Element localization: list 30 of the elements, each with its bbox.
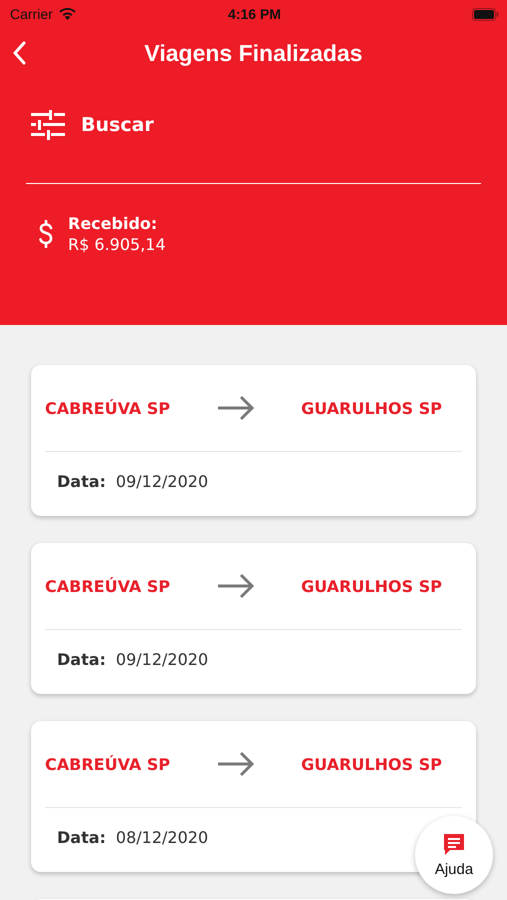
date-value: 09/12/2020 <box>116 472 208 490</box>
battery-icon <box>472 8 499 20</box>
search-button[interactable]: Buscar <box>31 110 154 140</box>
trip-card[interactable]: CABREÚVA SP GUARULHOS SP Data: 09/12/2020 <box>31 365 476 516</box>
date-label: Data: <box>57 828 106 846</box>
help-button[interactable]: Ajuda <box>415 816 493 894</box>
arrow-right-icon <box>216 395 255 421</box>
wifi-icon <box>58 8 76 20</box>
destination-city: GUARULHOS SP <box>301 754 442 774</box>
trip-card[interactable]: CABREÚVA SP GUARULHOS SP Data: 09/12/2020 <box>31 543 476 694</box>
back-button[interactable] <box>12 41 26 65</box>
origin-city: CABREÚVA SP <box>45 576 170 596</box>
origin-city: CABREÚVA SP <box>45 754 170 774</box>
destination-city: GUARULHOS SP <box>301 398 442 418</box>
date-value: 08/12/2020 <box>116 828 208 846</box>
origin-city: CABREÚVA SP <box>45 398 170 418</box>
date-label: Data: <box>57 472 106 490</box>
received-value: R$ 6.905,14 <box>68 235 166 254</box>
carrier-name: Carrier <box>10 6 53 22</box>
arrow-right-icon <box>216 751 255 777</box>
received-label: Recebido: <box>68 214 158 233</box>
destination-city: GUARULHOS SP <box>301 576 442 596</box>
date-value: 09/12/2020 <box>116 650 208 668</box>
date-label: Data: <box>57 650 106 668</box>
status-time: 4:16 PM <box>228 6 281 22</box>
arrow-right-icon <box>216 573 255 599</box>
screen-title: Viagens Finalizadas <box>144 40 363 66</box>
dollar-icon <box>38 220 54 248</box>
sliders-icon <box>31 110 65 140</box>
chat-icon <box>442 832 466 856</box>
